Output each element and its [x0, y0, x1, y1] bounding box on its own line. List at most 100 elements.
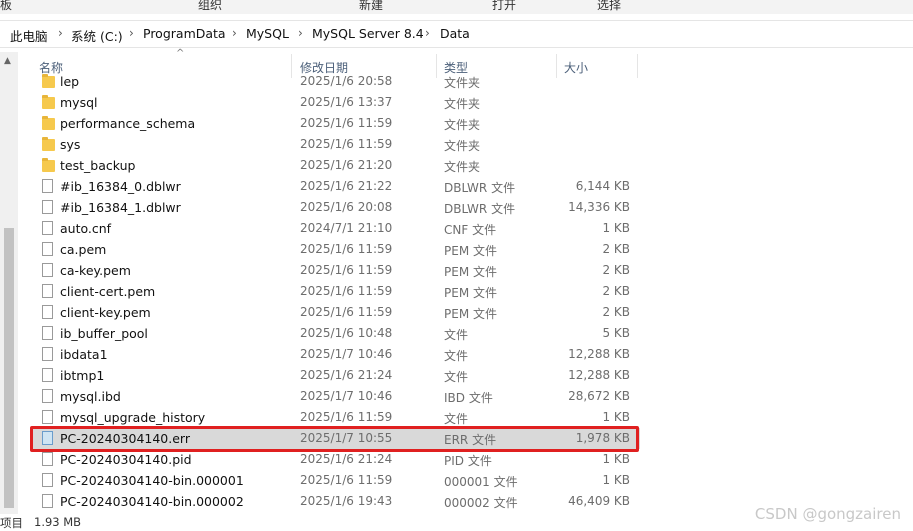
file-row[interactable]: client-key.pem 2025/1/6 11:59 PEM 文件 2 KB	[30, 302, 640, 323]
file-type: 000002 文件	[444, 496, 518, 510]
file-icon	[42, 494, 53, 508]
file-icon	[42, 473, 53, 487]
file-type: PID 文件	[444, 454, 492, 468]
file-name: mysql.ibd	[60, 389, 121, 404]
file-size: 6,144 KB	[575, 179, 630, 193]
file-date: 2025/1/6 11:59	[300, 137, 393, 151]
file-type: 文件夹	[444, 118, 481, 132]
file-type: 文件夹	[444, 97, 481, 111]
sort-ascending-icon: ^	[176, 48, 185, 59]
file-date: 2025/1/6 11:59	[300, 284, 393, 298]
file-row[interactable]: performance_schema 2025/1/6 11:59 文件夹	[30, 113, 640, 134]
file-size: 1 KB	[602, 473, 630, 487]
file-row[interactable]: ibdata1 2025/1/7 10:46 文件 12,288 KB	[30, 344, 640, 365]
file-size: 2 KB	[602, 305, 630, 319]
file-date: 2025/1/6 21:24	[300, 452, 393, 466]
breadcrumb-separator[interactable]: ›	[129, 26, 134, 40]
breadcrumb-programdata[interactable]: ProgramData	[143, 26, 226, 41]
file-type: 000001 文件	[444, 475, 518, 489]
file-type: 文件夹	[444, 139, 481, 153]
file-date: 2025/1/6 11:59	[300, 242, 393, 256]
file-row[interactable]: #ib_16384_0.dblwr 2025/1/6 21:22 DBLWR 文件 6…	[30, 176, 640, 197]
file-icon	[42, 242, 53, 256]
breadcrumb-c-drive[interactable]: 系统 (C:)	[71, 26, 123, 45]
file-row[interactable]: ca-key.pem 2025/1/6 11:59 PEM 文件 2 KB	[30, 260, 640, 281]
file-size: 28,672 KB	[568, 389, 630, 403]
file-row[interactable]: mysql_upgrade_history 2025/1/6 11:59 文件 1 K…	[30, 407, 640, 428]
file-type: DBLWR 文件	[444, 181, 516, 195]
breadcrumb-this-pc[interactable]: 此电脑	[10, 26, 48, 45]
folder-icon	[42, 95, 55, 109]
file-icon	[42, 368, 53, 382]
address-bar[interactable]: 此电脑 › 系统 (C:) › ProgramData › MySQL › My…	[0, 20, 913, 48]
breadcrumb-separator[interactable]: ›	[425, 26, 430, 40]
ribbon-open[interactable]: 打开	[492, 0, 516, 13]
file-row[interactable]: lep 2025/1/6 20:58 文件夹	[30, 72, 640, 92]
folder-icon	[42, 137, 55, 151]
file-size: 2 KB	[602, 284, 630, 298]
folder-icon	[42, 116, 55, 130]
watermark: CSDN @gongzairen	[754, 505, 901, 523]
file-row[interactable]: client-cert.pem 2025/1/6 11:59 PEM 文件 2 KB	[30, 281, 640, 302]
file-size: 1 KB	[602, 452, 630, 466]
file-date: 2025/1/6 20:58	[300, 74, 393, 88]
file-date: 2025/1/6 13:37	[300, 95, 393, 109]
file-size: 2 KB	[602, 242, 630, 256]
file-type: DBLWR 文件	[444, 202, 516, 216]
file-size: 46,409 KB	[568, 494, 630, 508]
file-icon	[42, 410, 53, 424]
file-row[interactable]: ca.pem 2025/1/6 11:59 PEM 文件 2 KB	[30, 239, 640, 260]
ribbon-toolbar: 板 组织 新建 打开 选择	[0, 0, 913, 14]
file-name: client-cert.pem	[60, 284, 156, 299]
file-type: CNF 文件	[444, 223, 497, 237]
file-type: PEM 文件	[444, 307, 497, 321]
file-row[interactable]: sys 2025/1/6 11:59 文件夹	[30, 134, 640, 155]
ribbon-new[interactable]: 新建	[359, 0, 383, 13]
file-type: 文件	[444, 349, 469, 363]
file-date: 2025/1/7 10:46	[300, 389, 393, 403]
file-row[interactable]: mysql 2025/1/6 13:37 文件夹	[30, 92, 640, 113]
file-icon	[42, 200, 53, 214]
file-name: lep	[60, 74, 80, 89]
file-name: mysql_upgrade_history	[60, 410, 206, 425]
ribbon-label[interactable]: 板	[0, 0, 12, 13]
file-name: client-key.pem	[60, 305, 151, 320]
ribbon-select[interactable]: 选择	[597, 0, 621, 13]
breadcrumb-separator[interactable]: ›	[232, 26, 237, 40]
breadcrumb-separator[interactable]: ›	[298, 26, 303, 40]
file-type: 文件	[444, 328, 469, 342]
file-name: ibtmp1	[60, 368, 105, 383]
file-name: performance_schema	[60, 116, 196, 131]
file-row[interactable]: PC-20240304140.pid 2025/1/6 21:24 PID 文件 1 …	[30, 449, 640, 470]
file-name: PC-20240304140-bin.000001	[60, 473, 244, 488]
file-row[interactable]: mysql.ibd 2025/1/7 10:46 IBD 文件 28,672 KB	[30, 386, 640, 407]
file-type: 文件	[444, 370, 469, 384]
file-name: mysql	[60, 95, 98, 110]
breadcrumb-separator[interactable]: ›	[58, 26, 63, 40]
file-row[interactable]: ibtmp1 2025/1/6 21:24 文件 12,288 KB	[30, 365, 640, 386]
breadcrumb-data[interactable]: Data	[440, 26, 470, 41]
file-date: 2025/1/6 21:24	[300, 368, 393, 382]
file-name: sys	[60, 137, 81, 152]
file-name: #ib_16384_1.dblwr	[60, 200, 181, 215]
folder-icon	[42, 74, 55, 88]
file-row[interactable]: PC-20240304140-bin.000001 2025/1/6 11:59 0…	[30, 470, 640, 491]
file-icon	[42, 452, 53, 466]
file-row[interactable]: PC-20240304140-bin.000002 2025/1/6 19:43 0…	[30, 491, 640, 512]
file-size: 5 KB	[602, 326, 630, 340]
file-row[interactable]: auto.cnf 2024/7/1 21:10 CNF 文件 1 KB	[30, 218, 640, 239]
breadcrumb-mysql[interactable]: MySQL	[246, 26, 289, 41]
file-row[interactable]: ib_buffer_pool 2025/1/6 10:48 文件 5 KB	[30, 323, 640, 344]
file-size: 14,336 KB	[568, 200, 630, 214]
scroll-up-arrow-icon[interactable]: ▲	[4, 56, 11, 66]
file-type: 文件夹	[444, 76, 481, 90]
file-size: 2 KB	[602, 263, 630, 277]
breadcrumb-mysql-server[interactable]: MySQL Server 8.4	[312, 26, 424, 41]
ribbon-organize[interactable]: 组织	[198, 0, 222, 13]
file-name: PC-20240304140-bin.000002	[60, 494, 244, 509]
file-name: ca.pem	[60, 242, 107, 257]
file-row[interactable]: test_backup 2025/1/6 21:20 文件夹	[30, 155, 640, 176]
file-type: 文件	[444, 412, 469, 426]
file-row[interactable]: #ib_16384_1.dblwr 2025/1/6 20:08 DBLWR 文件 1…	[30, 197, 640, 218]
file-icon	[42, 347, 53, 361]
